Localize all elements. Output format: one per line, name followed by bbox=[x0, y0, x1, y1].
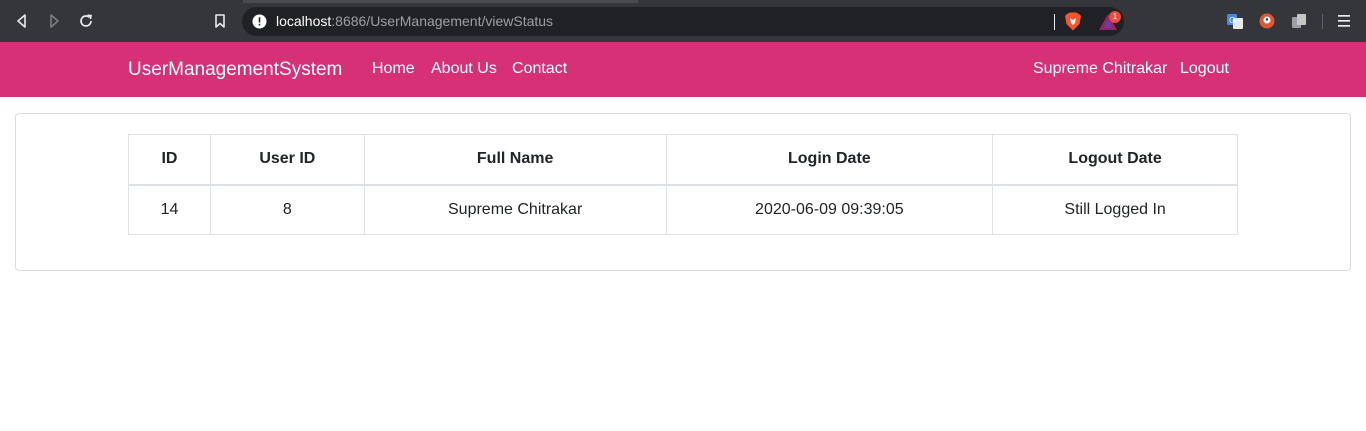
site-info-icon[interactable] bbox=[252, 14, 267, 29]
header-id: ID bbox=[128, 134, 211, 186]
bookmark-icon[interactable] bbox=[211, 12, 229, 30]
cell-logout-date: Still Logged In bbox=[992, 184, 1238, 235]
header-logout-date: Logout Date bbox=[992, 134, 1238, 186]
back-icon[interactable] bbox=[13, 12, 31, 30]
reload-icon[interactable] bbox=[77, 12, 95, 30]
status-card: ID User ID Full Name Login Date Logout D… bbox=[15, 113, 1351, 271]
translate-icon[interactable]: G bbox=[1227, 13, 1243, 29]
nav-link-about-us[interactable]: About Us bbox=[431, 60, 497, 78]
duckduckgo-icon[interactable] bbox=[1259, 13, 1275, 29]
table-row: 14 8 Supreme Chitrakar 2020-06-09 09:39:… bbox=[128, 184, 1238, 235]
nav-link-contact[interactable]: Contact bbox=[512, 60, 567, 78]
rewards-badge: 1 bbox=[1109, 11, 1121, 23]
app-navbar: UserManagementSystem Home About Us Conta… bbox=[0, 42, 1366, 97]
toolbar-separator bbox=[1322, 14, 1323, 29]
url-text[interactable]: localhost:8686/UserManagement/viewStatus bbox=[276, 13, 553, 29]
cell-user-id: 8 bbox=[209, 184, 365, 235]
cell-login-date: 2020-06-09 09:39:05 bbox=[665, 184, 994, 235]
login-status-table: ID User ID Full Name Login Date Logout D… bbox=[128, 134, 1238, 235]
url-path: :8686/UserManagement/viewStatus bbox=[331, 13, 554, 29]
brave-shields-icon[interactable] bbox=[1064, 12, 1082, 31]
active-tab-indicator bbox=[243, 0, 638, 3]
extension-icon[interactable] bbox=[1291, 13, 1307, 29]
header-user-id: User ID bbox=[209, 134, 365, 186]
cell-id: 14 bbox=[128, 184, 211, 235]
header-full-name: Full Name bbox=[363, 134, 667, 186]
nav-link-home[interactable]: Home bbox=[372, 60, 415, 78]
browser-toolbar: localhost:8686/UserManagement/viewStatus… bbox=[0, 0, 1366, 42]
url-host: localhost bbox=[276, 13, 332, 29]
logout-link[interactable]: Logout bbox=[1180, 60, 1229, 78]
user-name-link[interactable]: Supreme Chitrakar bbox=[1033, 60, 1167, 78]
forward-icon[interactable] bbox=[45, 12, 63, 30]
menu-icon[interactable] bbox=[1337, 13, 1351, 29]
table-header-row: ID User ID Full Name Login Date Logout D… bbox=[128, 134, 1238, 186]
url-separator bbox=[1054, 14, 1055, 30]
cell-full-name: Supreme Chitrakar bbox=[363, 184, 667, 235]
address-bar[interactable]: localhost:8686/UserManagement/viewStatus… bbox=[242, 7, 1124, 36]
svg-text:G: G bbox=[1229, 16, 1235, 25]
header-login-date: Login Date bbox=[665, 134, 994, 186]
brand-link[interactable]: UserManagementSystem bbox=[128, 59, 342, 81]
